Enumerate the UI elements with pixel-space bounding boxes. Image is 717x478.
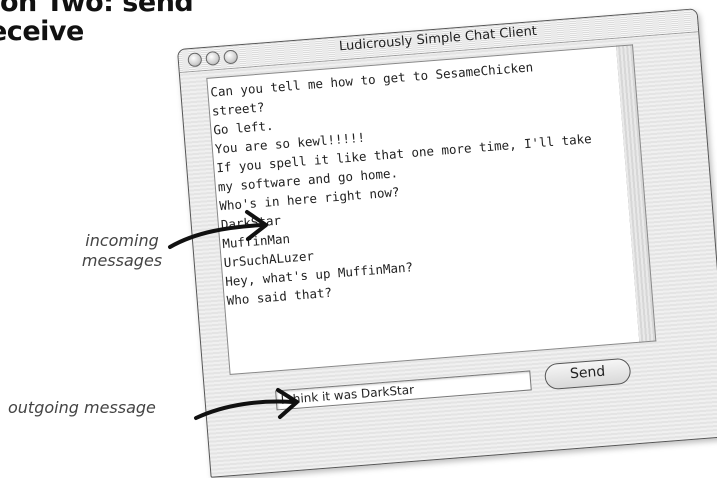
- incoming-annotation-line1: incoming: [85, 231, 159, 250]
- book-heading: on Two: send eceive: [0, 0, 194, 47]
- incoming-messages-annotation: incoming messages: [76, 231, 168, 271]
- book-heading-line2: eceive: [0, 16, 84, 47]
- chat-window: Ludicrously Simple Chat Client Can you t…: [176, 8, 717, 478]
- outgoing-message-annotation: outgoing message: [8, 398, 156, 417]
- message-list: Can you tell me how to get to SesameChic…: [207, 47, 634, 310]
- page: on Two: send eceive incoming messages ou…: [0, 0, 717, 478]
- send-button[interactable]: Send: [543, 357, 632, 391]
- incoming-annotation-line2: messages: [81, 251, 163, 270]
- incoming-messages-area[interactable]: Can you tell me how to get to SesameChic…: [206, 45, 641, 376]
- outgoing-message-input[interactable]: [275, 370, 532, 411]
